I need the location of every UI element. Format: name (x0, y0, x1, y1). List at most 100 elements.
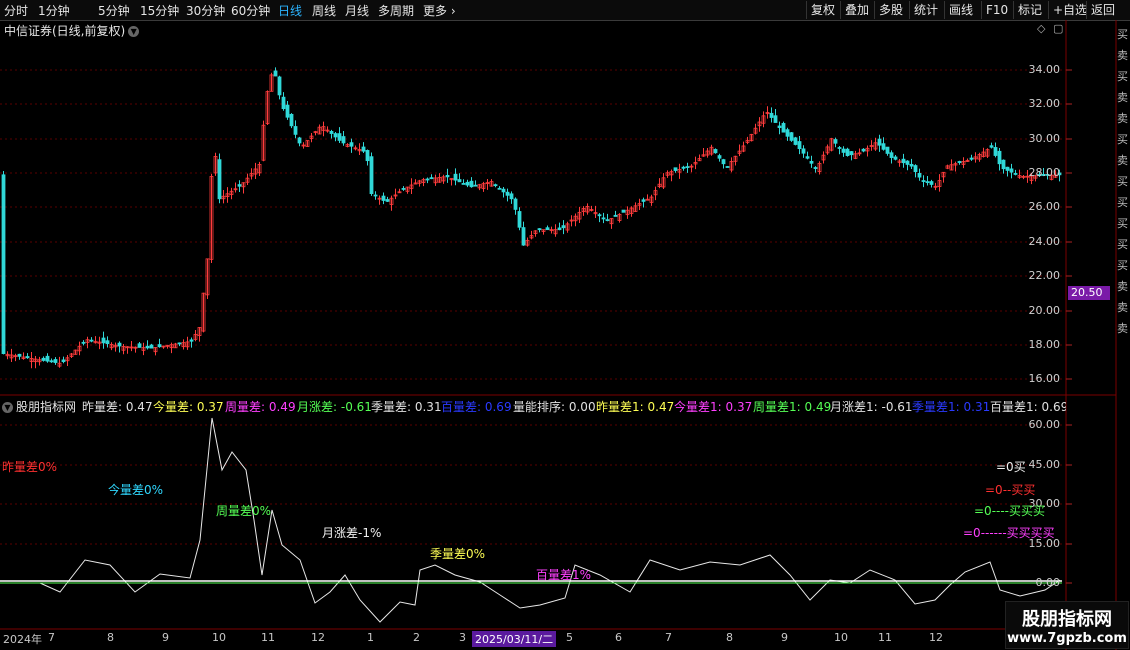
candle-body (333, 133, 338, 138)
candle-body (909, 163, 914, 167)
f10-button[interactable]: F10 (981, 1, 1012, 19)
mark-button[interactable]: 标记 (1013, 1, 1046, 19)
price-marker: 20.50 (1068, 286, 1110, 300)
candle-body (845, 148, 850, 157)
x-tick-label: 8 (726, 631, 733, 644)
candle-body (325, 129, 330, 132)
candle-body (53, 359, 58, 363)
window-icon[interactable]: ▢ (1053, 22, 1063, 35)
indicator-y-tick: 60.00 (1028, 418, 1061, 431)
candle-body (445, 174, 450, 178)
tab-monthly[interactable]: 月线 (345, 2, 369, 19)
candle-body (161, 345, 166, 348)
candle-body (749, 133, 754, 142)
indicator-value: 周量差1: 0.49 (753, 400, 832, 414)
tab-15min[interactable]: 15分钟 (140, 2, 179, 19)
candle-body (861, 148, 866, 152)
candle-body (673, 167, 678, 171)
candle-body (785, 129, 790, 137)
tab-daily[interactable]: 日线 (278, 2, 302, 19)
indicator-value: 百量差: 0.69 (441, 400, 512, 414)
candle-body (529, 235, 534, 239)
tab-multi-period[interactable]: 多周期 (378, 2, 414, 19)
tab-1min[interactable]: 1分钟 (38, 2, 70, 19)
indicator-name[interactable]: ▼ 股朋指标网 (2, 398, 76, 415)
buy-signal-label: =0----买买买 (974, 504, 1046, 518)
tab-more[interactable]: 更多 › (423, 2, 456, 19)
candle-body (637, 203, 642, 206)
indicator-y-tick: 45.00 (1028, 458, 1061, 471)
candle-body (297, 137, 302, 144)
candle-body (389, 197, 394, 205)
candle-body (65, 357, 70, 362)
candle-body (585, 205, 590, 213)
candle-body (409, 184, 414, 189)
tab-30min[interactable]: 30分钟 (186, 2, 225, 19)
candle-body (573, 215, 578, 222)
candle-body (85, 339, 90, 343)
candle-body (1009, 168, 1014, 173)
candle-body (309, 135, 314, 139)
candle-body (693, 161, 698, 165)
overlay-button[interactable]: 叠加 (840, 1, 873, 19)
kline-chart[interactable] (0, 0, 1130, 650)
candle-body (893, 156, 898, 160)
watermark-url: www.7gpzb.com (1007, 631, 1127, 646)
candle-body (613, 214, 618, 217)
multi-stock-button[interactable]: 多股 (874, 1, 907, 19)
candle-body (177, 342, 182, 345)
candle-body (245, 177, 250, 183)
fuquan-button[interactable]: 复权 (806, 1, 839, 19)
chart-title[interactable]: 中信证券(日线,前复权) ▼ (4, 22, 140, 39)
candle-body (453, 173, 458, 181)
candle-body (741, 145, 746, 152)
candle-body (725, 166, 730, 168)
candle-body (17, 353, 22, 357)
candle-body (457, 179, 462, 183)
candle-body (337, 133, 342, 141)
indicator-value: 季量差: 0.31 (371, 400, 442, 414)
candle-body (113, 344, 118, 348)
draw-line-button[interactable]: 画线 (944, 1, 977, 19)
candle-body (677, 169, 682, 173)
chevron-down-icon[interactable]: ▼ (2, 402, 13, 413)
candle-body (593, 212, 598, 215)
candle-body (985, 149, 990, 157)
chevron-down-icon[interactable]: ▼ (128, 26, 140, 37)
candle-body (745, 140, 750, 143)
tab-weekly[interactable]: 周线 (312, 2, 336, 19)
candle-body (137, 343, 142, 348)
tab-60min[interactable]: 60分钟 (231, 2, 270, 19)
candle-body (697, 158, 702, 162)
candle-body (841, 148, 846, 153)
candle-body (937, 180, 942, 187)
candle-body (125, 346, 130, 349)
candle-body (653, 190, 658, 196)
tab-5min[interactable]: 5分钟 (98, 2, 130, 19)
candle-body (925, 181, 930, 184)
back-button[interactable]: 返回 (1086, 1, 1119, 19)
y-tick-label: 32.00 (1028, 97, 1061, 110)
candle-body (61, 359, 66, 363)
candle-body (949, 164, 954, 171)
watermark-logo: 股朋指标网 www.7gpzb.com (1005, 601, 1129, 649)
candle-body (549, 229, 554, 232)
crosshair-date-label: 2025/03/11/二 (472, 631, 557, 647)
candle-body (877, 138, 882, 146)
candle-body (233, 188, 238, 191)
candle-body (201, 292, 206, 332)
x-tick-label: 3 (459, 631, 466, 644)
diamond-icon[interactable]: ◇ (1037, 22, 1045, 35)
candle-body (269, 74, 274, 92)
indicator-value: 昨量差1: 0.47 (596, 400, 675, 414)
add-favorite-button[interactable]: +自选 (1048, 1, 1091, 19)
y-tick-label: 22.00 (1028, 269, 1061, 282)
tab-fenshi[interactable]: 分时 (4, 2, 28, 19)
candle-body (661, 177, 666, 188)
candle-body (997, 150, 1002, 165)
stats-button[interactable]: 统计 (909, 1, 942, 19)
candle-body (253, 168, 258, 175)
candle-body (921, 180, 926, 182)
candle-body (273, 70, 278, 77)
jin-liangcha-label: 今量差0% (108, 483, 164, 497)
